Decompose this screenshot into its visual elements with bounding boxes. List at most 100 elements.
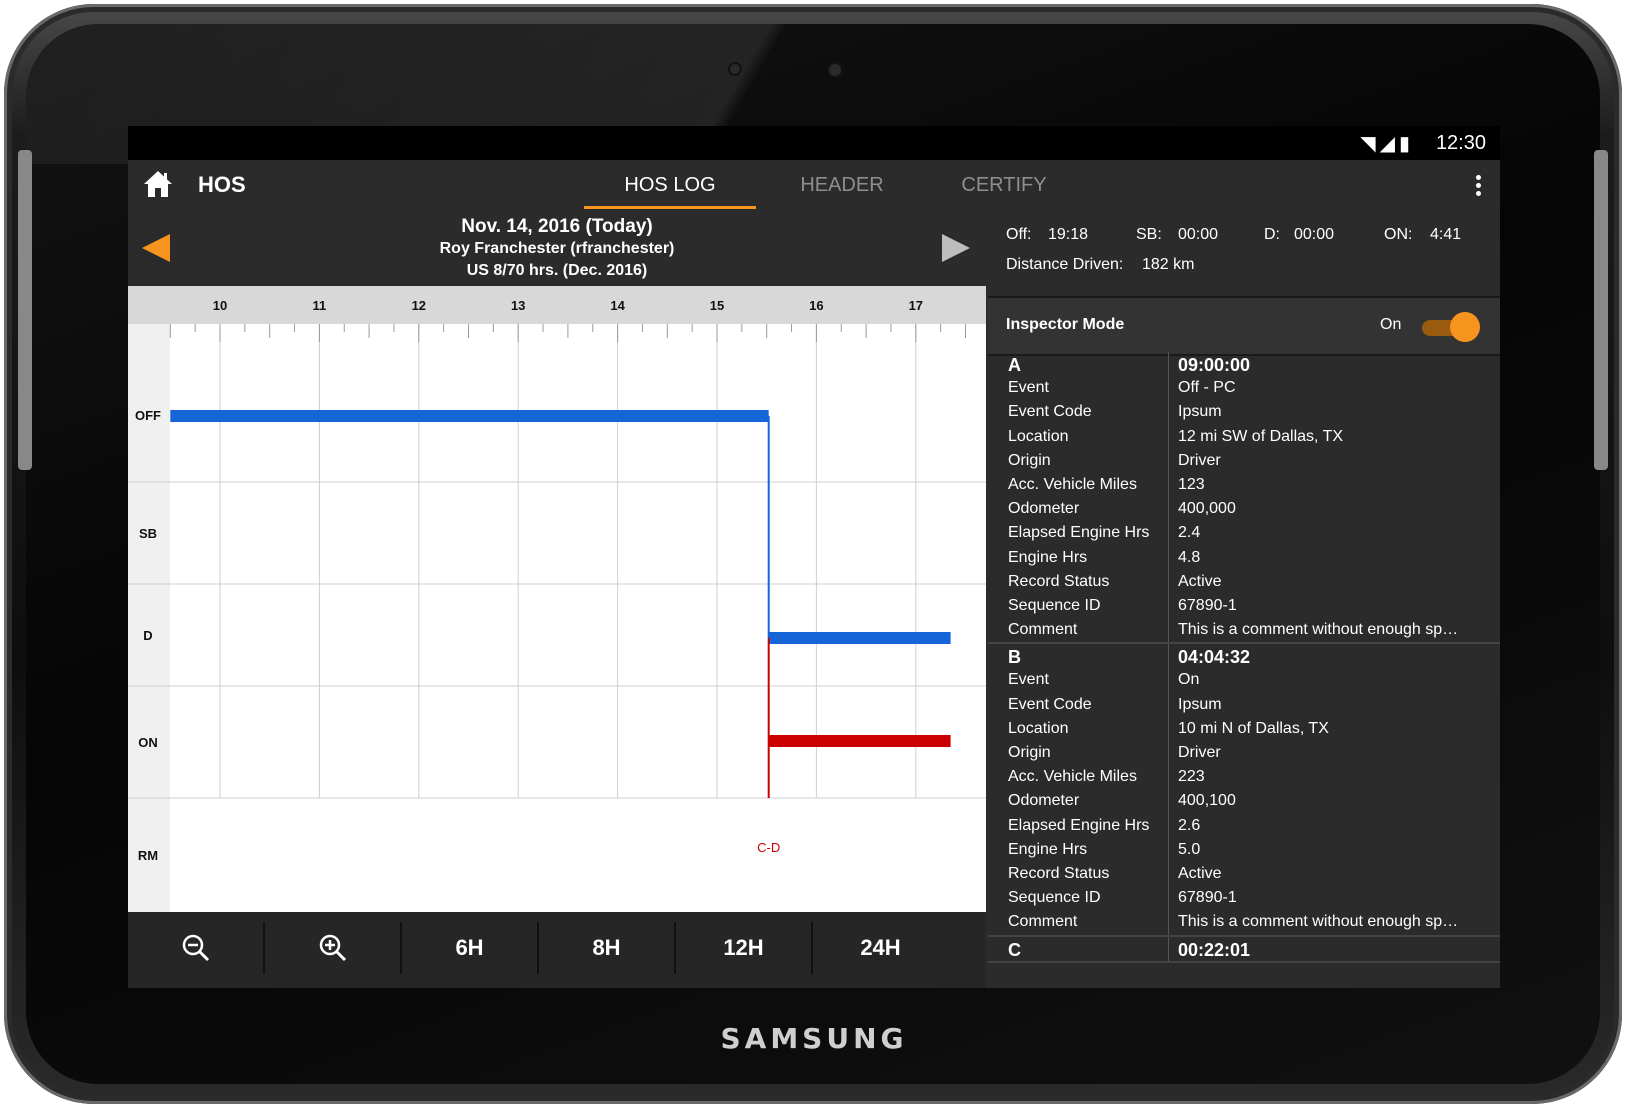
active-tab-indicator (584, 206, 756, 209)
field-label: Location (1008, 427, 1069, 445)
range-12h-button[interactable]: 12H (676, 922, 813, 974)
next-day-arrow-icon[interactable] (942, 234, 970, 262)
zoom-in-button[interactable] (265, 922, 402, 974)
field-value: This is a comment without enough sp… (1178, 913, 1459, 931)
field-label: Comment (1008, 913, 1078, 931)
hour-label: 10 (213, 298, 227, 313)
field-label: Acc. Vehicle Miles (1008, 768, 1137, 786)
log-panel: Nov. 14, 2016 (Today) Roy Franchester (r… (128, 210, 986, 988)
inspector-mode-row: Inspector Mode On (988, 296, 1500, 356)
inspector-mode-label: Inspector Mode (1006, 316, 1125, 333)
field-label: Odometer (1008, 792, 1080, 810)
hos-graph[interactable]: 10 11 12 13 14 15 16 17 OFF SB D ON RM C-D (128, 286, 986, 912)
field-label: Origin (1008, 744, 1051, 761)
app-screen: ◥◢▮ 12:30 HOS HOS LOG HEADER CERTIFY Nov… (128, 126, 1500, 988)
field-label: Record Status (1008, 864, 1110, 882)
driver-name: Roy Franchester (rfranchester) (439, 240, 675, 257)
field-label: Location (1008, 719, 1069, 737)
field-value: Driver (1178, 744, 1221, 761)
event-field-row: Location 12 mi SW of Dallas, TX (988, 425, 1500, 449)
status-label: ON (138, 735, 158, 750)
event-field-row: Location 10 mi N of Dallas, TX (988, 717, 1500, 741)
event-field-row: Origin Driver (988, 741, 1500, 765)
log-date: Nov. 14, 2016 (Today) (461, 216, 653, 237)
duty-summary: Off: 19:18 SB: 00:00 D: 00:00 ON: 4:41 D… (988, 210, 1500, 294)
tab-certify[interactable]: CERTIFY (918, 174, 1090, 197)
field-label: Record Status (1008, 572, 1110, 590)
event-id: A (1008, 355, 1021, 375)
distance-value: 182 km (1142, 256, 1195, 273)
hour-label: 14 (610, 298, 625, 313)
field-value: Ipsum (1178, 695, 1222, 713)
on-label: ON: (1384, 226, 1413, 243)
off-label: Off: (1006, 226, 1032, 243)
event-header-row: B 04:04:32 (988, 644, 1500, 668)
signal-icon: ◢ (1379, 133, 1399, 155)
event-time: 09:00:00 (1178, 355, 1251, 375)
wifi-icon: ◥ (1360, 133, 1380, 155)
brand-logo: SAMSUNG (720, 1022, 908, 1055)
field-label: Event Code (1008, 403, 1092, 421)
field-value: 67890-1 (1178, 596, 1237, 614)
front-camera (827, 62, 843, 78)
status-label: D (143, 628, 152, 643)
sensor-dot (728, 62, 742, 76)
zoom-out-button[interactable] (128, 922, 265, 974)
event-field-row: Event Code Ipsum (988, 400, 1500, 424)
field-label: Acc. Vehicle Miles (1008, 475, 1137, 493)
event-id: B (1008, 647, 1021, 668)
event-field-row: Origin Driver (988, 449, 1500, 473)
d-value: 00:00 (1294, 226, 1335, 243)
field-label: Sequence ID (1008, 596, 1101, 614)
field-value: 123 (1178, 475, 1205, 493)
event-field-row: Acc. Vehicle Miles 123 (988, 473, 1500, 497)
field-value: Driver (1178, 451, 1221, 469)
field-value: 2.4 (1178, 524, 1201, 542)
event-field-row: Elapsed Engine Hrs 2.4 (988, 521, 1500, 545)
status-label: RM (138, 848, 158, 863)
field-label: Engine Hrs (1008, 548, 1088, 566)
field-label: Event Code (1008, 695, 1092, 713)
event-field-row: Acc. Vehicle Miles 223 (988, 765, 1500, 789)
event-field-row: Event Code Ipsum (988, 693, 1500, 717)
side-speaker-right (1594, 150, 1608, 470)
side-speaker-left (18, 150, 32, 470)
field-label: Elapsed Engine Hrs (1008, 816, 1150, 834)
clock: 12:30 (1435, 132, 1486, 154)
inspector-mode-state: On (1380, 316, 1402, 333)
hour-label: 12 (412, 298, 426, 313)
hour-label: 15 (710, 298, 724, 313)
event-field-row: Elapsed Engine Hrs 2.6 (988, 814, 1500, 838)
field-value: 12 mi SW of Dallas, TX (1178, 427, 1344, 445)
tab-hos-log[interactable]: HOS LOG (584, 174, 756, 197)
duty-segment-off (170, 410, 769, 422)
zoom-toolbar: 6H 8H 12H 24H (128, 912, 986, 988)
field-value: 400,000 (1178, 500, 1236, 518)
details-panel: Off: 19:18 SB: 00:00 D: 00:00 ON: 4:41 D… (988, 210, 1500, 988)
status-icons: ◥◢▮ (1360, 131, 1414, 156)
tab-header[interactable]: HEADER (756, 174, 928, 197)
home-icon[interactable] (142, 168, 174, 200)
event-record[interactable]: B 04:04:32 Event On Event Code Ipsum Location 1… (988, 644, 1500, 937)
event-list[interactable]: A 09:00:00 Event Off - PC Event Code Ipsum Loc… (988, 352, 1500, 988)
event-record[interactable]: A 09:00:00 Event Off - PC Event Code Ipsum Loc… (988, 352, 1500, 645)
field-value: 2.6 (1178, 816, 1201, 834)
event-field-row: Odometer 400,000 (988, 497, 1500, 521)
event-header-row: A 09:00:00 (988, 352, 1500, 376)
field-value: Off - PC (1178, 379, 1236, 397)
zoom-in-icon (319, 934, 346, 962)
range-6h-button[interactable]: 6H (402, 922, 539, 974)
ruleset: US 8/70 hrs. (Dec. 2016) (466, 262, 648, 279)
field-value: 10 mi N of Dallas, TX (1178, 719, 1329, 737)
event-record[interactable]: C 00:22:01 (988, 936, 1500, 963)
event-field-row: Engine Hrs 4.8 (988, 546, 1500, 570)
date-navigator: Nov. 14, 2016 (Today) Roy Franchester (r… (128, 210, 986, 286)
event-time: 04:04:32 (1178, 647, 1251, 668)
event-field-row: Odometer 400,100 (988, 789, 1500, 813)
status-label: OFF (135, 408, 161, 423)
overflow-menu-icon[interactable] (1476, 172, 1484, 199)
duty-segment-d (768, 632, 951, 644)
range-24h-button[interactable]: 24H (813, 922, 948, 974)
toggle-knob[interactable] (1450, 312, 1480, 342)
range-8h-button[interactable]: 8H (539, 922, 676, 974)
